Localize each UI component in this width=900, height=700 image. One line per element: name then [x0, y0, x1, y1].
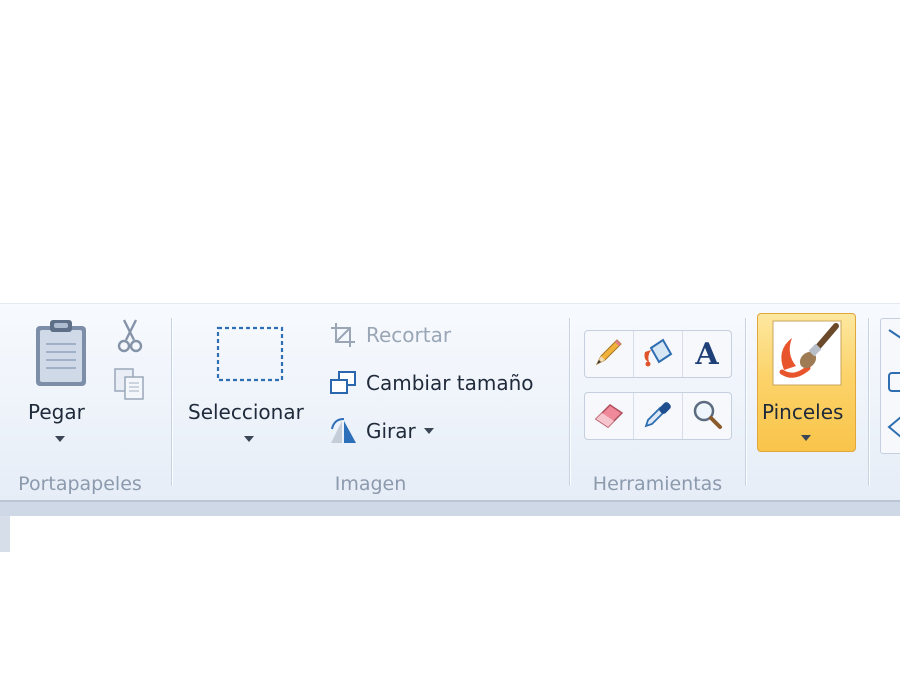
- canvas-area[interactable]: [0, 500, 900, 700]
- tools-row-bottom: [584, 392, 732, 440]
- select-button[interactable]: Seleccionar: [182, 316, 317, 456]
- magnifier-icon: [691, 398, 723, 434]
- diamond-shape-icon[interactable]: [885, 415, 900, 443]
- paste-button[interactable]: Pegar: [20, 316, 102, 456]
- eyedropper-icon: [642, 398, 674, 434]
- canvas-left-edge: [0, 516, 10, 552]
- clipboard-group: Pegar Portapapeles: [0, 304, 170, 501]
- fill-button[interactable]: [634, 331, 683, 377]
- canvas-border: [0, 500, 900, 516]
- color-picker-button[interactable]: [634, 393, 683, 439]
- text-icon: A: [695, 336, 719, 372]
- resize-label: Cambiar tamaño: [366, 371, 534, 395]
- text-button[interactable]: A: [683, 331, 731, 377]
- select-label: Seleccionar: [188, 400, 304, 424]
- clipboard-group-label: Portapapeles: [18, 473, 142, 495]
- line-shape-icon[interactable]: [887, 327, 900, 346]
- paste-label: Pegar: [28, 400, 85, 424]
- group-separator: [745, 318, 746, 486]
- chevron-down-icon: [423, 428, 434, 434]
- tools-group: A Herramientas: [570, 304, 745, 501]
- cut-icon[interactable]: [114, 318, 146, 358]
- chevron-down-icon: [801, 435, 811, 441]
- brushes-button[interactable]: Pinceles: [757, 313, 856, 452]
- eraser-button[interactable]: [585, 393, 634, 439]
- copy-icon[interactable]: [112, 366, 148, 406]
- pencil-icon: [593, 336, 625, 372]
- rotate-label: Girar: [366, 419, 416, 443]
- magnifier-button[interactable]: [683, 393, 731, 439]
- group-separator: [868, 318, 869, 486]
- chevron-down-icon: [244, 436, 254, 442]
- eraser-icon: [592, 399, 626, 433]
- rotate-icon: [328, 416, 358, 446]
- rectangle-shape-icon[interactable]: [887, 371, 900, 397]
- pencil-button[interactable]: [585, 331, 634, 377]
- crop-icon: [328, 320, 358, 350]
- shapes-panel: [880, 318, 900, 454]
- tools-row-top: A: [584, 330, 732, 378]
- rotate-button[interactable]: Girar: [328, 416, 434, 446]
- image-group-label: Imagen: [334, 473, 407, 495]
- selection-rect-icon: [216, 326, 284, 386]
- paint-bucket-icon: [641, 336, 675, 372]
- tools-group-label: Herramientas: [592, 473, 723, 495]
- clipboard-icon: [32, 318, 90, 392]
- chevron-down-icon: [55, 436, 65, 442]
- brush-icon: [772, 320, 842, 390]
- resize-button[interactable]: Cambiar tamaño: [328, 368, 534, 398]
- image-group: Seleccionar Recortar Cambiar tamaño Gira…: [172, 304, 569, 501]
- ribbon: Pegar Portapapeles Seleccionar Recortar …: [0, 303, 900, 501]
- brushes-label: Pinceles: [762, 400, 844, 424]
- crop-button[interactable]: Recortar: [328, 320, 451, 350]
- crop-label: Recortar: [366, 323, 452, 347]
- resize-icon: [328, 368, 358, 398]
